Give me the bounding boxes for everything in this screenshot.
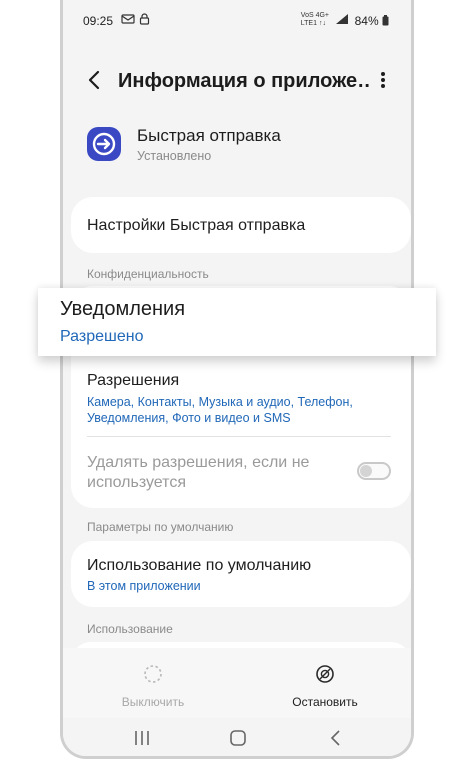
permissions-value-line2: Уведомления, Фото и видео и SMS — [87, 411, 291, 425]
battery-icon — [382, 15, 389, 26]
nav-back-icon — [330, 730, 340, 746]
email-icon — [121, 13, 135, 28]
permissions-label: Разрешения — [87, 372, 180, 389]
signal-icon — [335, 13, 349, 28]
permissions-row[interactable]: Разрешения Камера, Контакты, Музыка и ау… — [71, 366, 411, 438]
notifications-row[interactable]: Уведомления Разрешено — [38, 288, 436, 356]
recent-apps-icon — [135, 731, 149, 745]
app-bar: Информация о приложе… — [63, 62, 411, 100]
force-stop-button[interactable]: Остановить — [265, 664, 385, 709]
disable-icon — [144, 665, 162, 683]
back-arrow-icon — [88, 70, 100, 90]
battery-level: 84% — [355, 14, 389, 28]
recent-apps-button[interactable] — [127, 726, 157, 750]
status-bar: 09:25 VoS 4G+ LTE1 ↑↓ 84% — [63, 10, 411, 32]
screen: 09:25 VoS 4G+ LTE1 ↑↓ 84% Информация о п… — [63, 0, 411, 756]
stop-icon — [316, 665, 334, 683]
nav-back-button[interactable] — [321, 726, 351, 750]
network-indicator: VoS 4G+ LTE1 ↑↓ — [300, 12, 329, 27]
app-icon — [87, 127, 121, 161]
disable-label: Выключить — [121, 695, 185, 709]
quick-share-icon — [92, 132, 116, 156]
notifications-label: Уведомления — [60, 298, 186, 320]
toggle-knob — [360, 465, 372, 477]
privacy-section-label: Конфиденциальность — [87, 267, 209, 281]
app-settings-label: Настройки Быстрая отправка — [87, 217, 306, 234]
more-options-button[interactable] — [373, 68, 393, 92]
remove-permissions-label-line2: используется — [87, 474, 186, 491]
app-name: Быстрая отправка — [137, 126, 281, 145]
home-icon — [230, 730, 246, 746]
usage-section-label: Использование — [87, 622, 173, 636]
system-nav-bar — [63, 720, 411, 756]
more-vertical-icon — [381, 72, 385, 88]
notifications-value: Разрешено — [60, 328, 144, 345]
lock-icon — [139, 13, 150, 28]
force-stop-label: Остановить — [292, 695, 358, 709]
default-use-value: В этом приложении — [87, 579, 201, 593]
disable-button[interactable]: Выключить — [93, 664, 213, 709]
default-use-label: Использование по умолчанию — [87, 557, 312, 574]
app-settings-row[interactable]: Настройки Быстрая отправка — [71, 197, 411, 253]
page-title: Информация о приложе… — [118, 70, 370, 92]
home-button[interactable] — [223, 726, 253, 750]
divider — [87, 436, 391, 437]
back-button[interactable] — [83, 68, 107, 92]
remove-permissions-label-line1: Удалять разрешения, если не — [87, 454, 310, 471]
bottom-action-bar: Выключить Остановить — [63, 648, 411, 718]
permissions-value-line1: Камера, Контакты, Музыка и аудио, Телефо… — [87, 395, 353, 409]
remove-permissions-toggle[interactable] — [357, 462, 391, 480]
remove-permissions-row[interactable]: Удалять разрешения, если не используется — [71, 446, 411, 502]
phone-frame: 09:25 VoS 4G+ LTE1 ↑↓ 84% Информация о п… — [60, 0, 414, 759]
defaults-section-label: Параметры по умолчанию — [87, 520, 234, 534]
app-install-status: Установлено — [137, 149, 212, 163]
status-time: 09:25 — [83, 14, 114, 28]
default-use-row[interactable]: Использование по умолчанию В этом прилож… — [71, 541, 411, 607]
